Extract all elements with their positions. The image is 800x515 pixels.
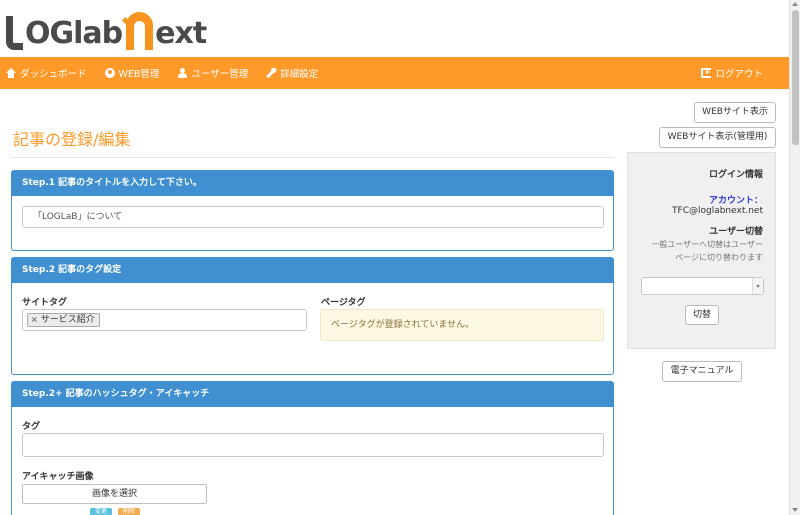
- page-tag-label: ページタグ: [321, 298, 366, 308]
- nav-user-management[interactable]: ユーザー管理: [177, 66, 248, 80]
- user-icon: [177, 68, 188, 78]
- home-icon: [6, 68, 16, 78]
- account-value: TFC@loglabnext.net: [672, 206, 763, 216]
- logout-icon: [701, 68, 712, 78]
- step3-panel: Step.2+ 記事のハッシュタグ・アイキャッチ タグ アイキャッチ画像 画像を…: [11, 381, 614, 515]
- user-switch-desc-1: 一般ユーザーへ切替はユーザー: [651, 240, 763, 249]
- nav-dashboard-label: ダッシュボード: [20, 69, 87, 80]
- delete-image-badge[interactable]: 削除: [118, 508, 140, 515]
- eyecatch-label: アイキャッチ画像: [22, 472, 94, 482]
- nav-advanced-settings-label: 詳細設定: [280, 69, 319, 80]
- nav-dashboard[interactable]: ダッシュボード: [6, 66, 87, 80]
- change-image-badge[interactable]: 変更: [90, 508, 112, 515]
- step1-heading: Step.1 記事のタイトルを入力して下さい。: [12, 171, 613, 196]
- scroll-up-icon[interactable]: [792, 2, 798, 6]
- site-tag-input[interactable]: × サービス紹介: [22, 309, 307, 331]
- manual-button[interactable]: 電子マニュアル: [662, 361, 742, 382]
- step1-panel: Step.1 記事のタイトルを入力して下さい。 「LOGLaB」について: [11, 170, 614, 251]
- site-tag-chip-label: サービス紹介: [40, 315, 95, 325]
- loglab-next-logo: OGlab ext: [6, 8, 207, 54]
- title-divider: [11, 157, 614, 158]
- hashtag-label: タグ: [22, 422, 41, 432]
- page-title: 記事の登録/編集: [13, 130, 131, 149]
- logo-l-glyph: [6, 16, 23, 50]
- step3-heading: Step.2+ 記事のハッシュタグ・アイキャッチ: [12, 382, 613, 407]
- logo-text-before: OGlab: [25, 16, 123, 51]
- nav-user-management-label: ユーザー管理: [191, 69, 249, 80]
- step2-panel: Step.2 記事のタグ設定 サイトタグ × サービス紹介 ページタグ ページタ…: [11, 257, 614, 375]
- user-switch-title: ユーザー切替: [709, 227, 763, 237]
- hashtag-input[interactable]: [22, 433, 604, 457]
- site-tag-label: サイトタグ: [22, 298, 68, 308]
- login-info-title: ログイン情報: [708, 170, 763, 180]
- main-navbar: ダッシュボード WEB管理 ユーザー管理 詳細設定 ログアウト: [0, 57, 789, 89]
- page-tag-notice: ページタグが登録されていません。: [320, 309, 604, 341]
- logo-n-glyph: [126, 12, 154, 50]
- user-switch-select[interactable]: [641, 277, 764, 295]
- login-info-panel: ログイン情報 アカウント： TFC@loglabnext.net ユーザー切替 …: [627, 152, 776, 349]
- wrench-icon: [266, 68, 277, 78]
- article-title-input[interactable]: 「LOGLaB」について: [22, 206, 604, 228]
- scroll-thumb[interactable]: [792, 10, 799, 145]
- remove-tag-icon[interactable]: ×: [31, 314, 38, 326]
- page-scrollbar[interactable]: [789, 0, 800, 515]
- logo-text-after: ext: [155, 16, 207, 51]
- nav-web-management[interactable]: WEB管理: [104, 66, 160, 80]
- account-label: アカウント：: [708, 196, 763, 206]
- switch-user-button[interactable]: 切替: [685, 305, 719, 325]
- nav-web-management-label: WEB管理: [118, 69, 160, 80]
- chevron-down-icon: [752, 278, 763, 294]
- logout-label: ログアウト: [715, 69, 763, 80]
- user-switch-desc-2: ページに切り替わります: [675, 253, 763, 262]
- logout-button[interactable]: ログアウト: [701, 57, 763, 89]
- site-tag-chip[interactable]: × サービス紹介: [27, 313, 100, 327]
- step2-heading: Step.2 記事のタグ設定: [12, 258, 613, 283]
- web-view-button[interactable]: WEBサイト表示: [694, 102, 776, 123]
- select-image-button[interactable]: 画像を選択: [22, 484, 207, 504]
- nav-advanced-settings[interactable]: 詳細設定: [266, 66, 318, 80]
- globe-icon: [104, 68, 115, 78]
- web-view-admin-button[interactable]: WEBサイト表示(管理用): [659, 127, 776, 148]
- scroll-down-icon[interactable]: [792, 508, 798, 512]
